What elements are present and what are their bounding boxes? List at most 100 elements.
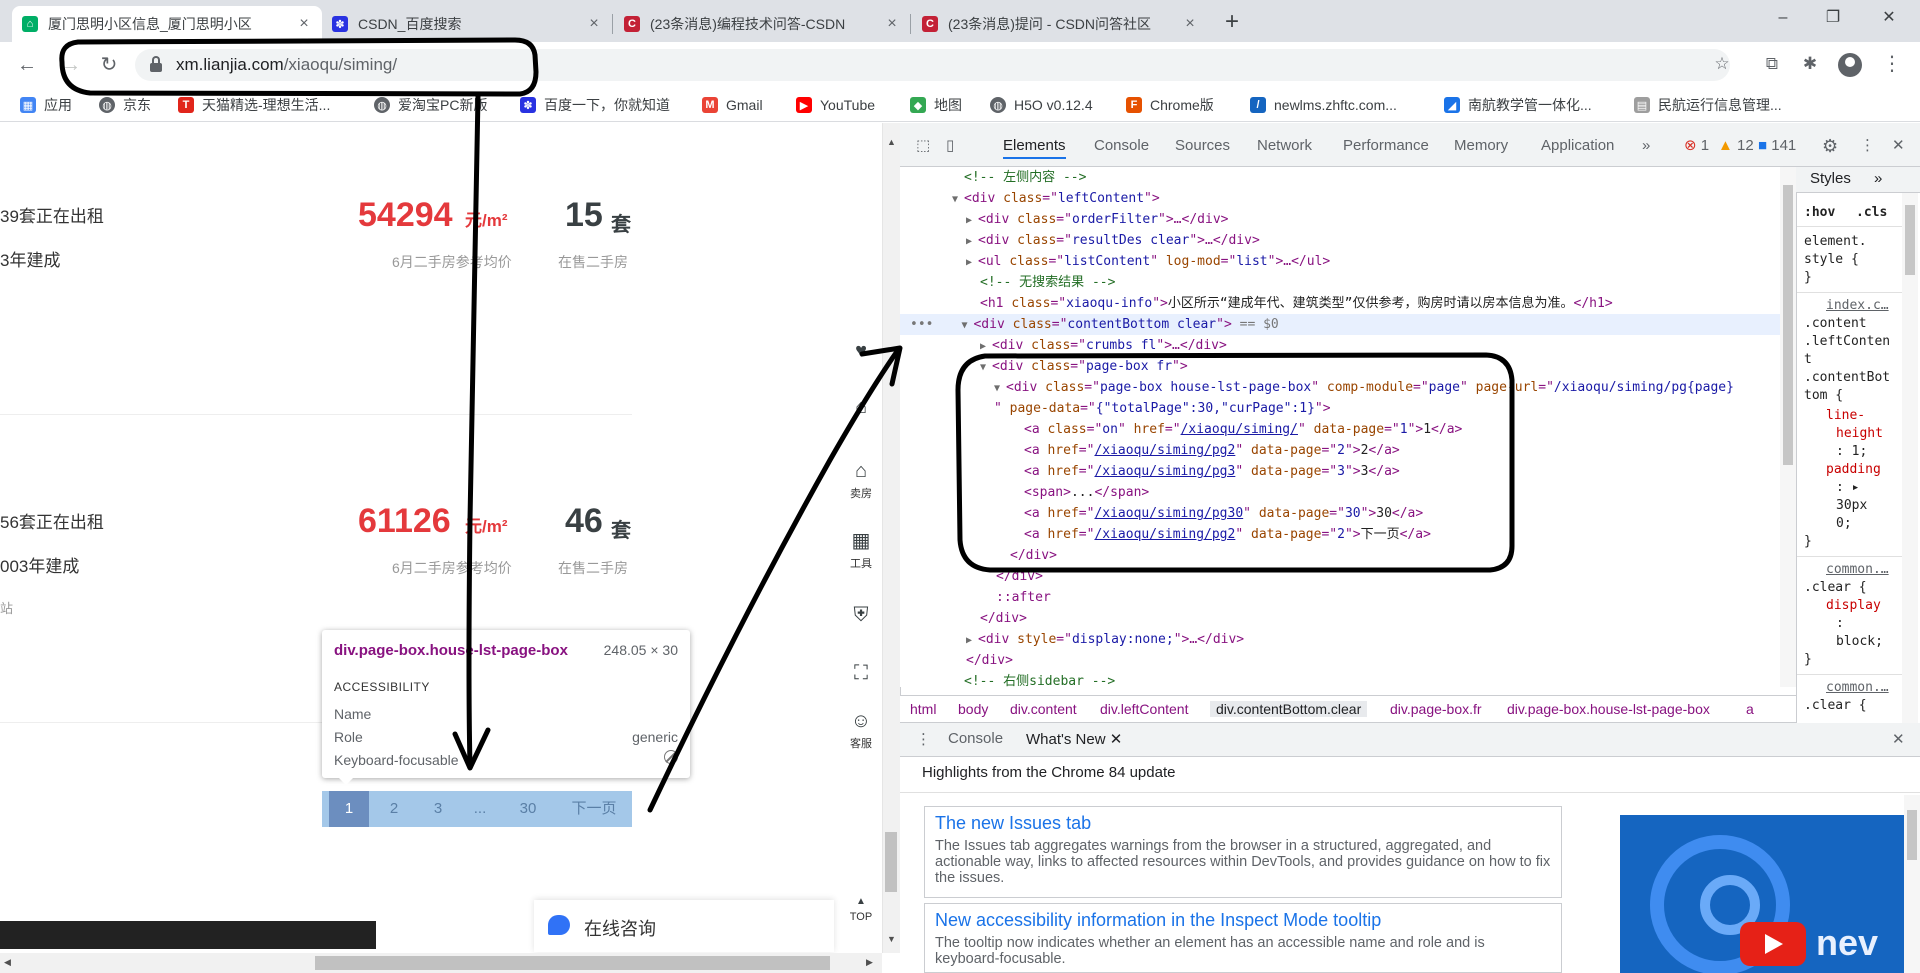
dom-node-listcontent[interactable]: ▶ <ul class="listContent" log-mod="list">… xyxy=(900,251,1330,272)
elements-scroll-thumb[interactable] xyxy=(1783,185,1793,465)
style-source-link[interactable]: common.… xyxy=(1826,562,1889,577)
drawer-scroll-thumb[interactable] xyxy=(1907,810,1917,860)
more-panes-icon[interactable]: » xyxy=(1874,170,1882,187)
close-icon[interactable]: ✕ xyxy=(1110,731,1123,748)
back-button[interactable]: ← xyxy=(12,50,42,80)
forward-button[interactable]: → xyxy=(56,50,86,80)
crumb-html[interactable]: html xyxy=(910,701,936,717)
tab-network[interactable]: Network xyxy=(1257,133,1312,159)
style-selector-line[interactable]: .clear { xyxy=(1804,698,1867,713)
more-tabs-icon[interactable]: » xyxy=(1642,133,1650,159)
profile-avatar-icon[interactable] xyxy=(1838,53,1862,77)
dom-close-div[interactable]: </div> xyxy=(900,566,1043,587)
tab-baidu[interactable]: ✽ CSDN_百度搜索 × xyxy=(322,6,612,42)
dom-node-a-page30[interactable]: <a href="/xiaoqu/siming/pg30" data-page=… xyxy=(900,503,1423,524)
tab-lianjia[interactable]: ⌂ 厦门思明小区信息_厦门思明小区 × xyxy=(12,6,322,42)
dom-close-div[interactable]: </div> xyxy=(900,545,1057,566)
crumb-a[interactable]: a xyxy=(1746,701,1754,717)
warning-count[interactable]: ▲ 12 xyxy=(1718,133,1754,159)
dom-node-crumbs[interactable]: ▶ <div class="crumbs fl">…</div> xyxy=(900,335,1227,356)
dom-comment[interactable]: <!-- 无搜索结果 --> xyxy=(900,272,1115,293)
crumb-div-pagebox-fr[interactable]: div.page-box.fr xyxy=(1390,701,1482,717)
filter-hov-toggle[interactable]: :hov xyxy=(1804,205,1835,220)
crumb-div-leftcontent[interactable]: div.leftContent xyxy=(1100,701,1188,717)
dom-node-leftcontent[interactable]: ▼ <div class="leftContent"> xyxy=(900,188,1160,209)
tab-console[interactable]: Console xyxy=(1094,133,1149,159)
bookmark-youtube[interactable]: ▶ YouTube xyxy=(796,95,875,115)
pager-page-1[interactable]: 1 xyxy=(329,791,369,827)
bookmark-star-icon[interactable]: ☆ xyxy=(1708,50,1736,78)
extensions-icon[interactable]: ✱ xyxy=(1796,50,1824,78)
dom-node-orderfilter[interactable]: ▶ <div class="orderFilter">…</div> xyxy=(900,209,1228,230)
bookmark-apps[interactable]: ▦ 应用 xyxy=(20,95,72,115)
style-source-link[interactable]: common.… xyxy=(1826,680,1889,695)
close-icon[interactable]: × xyxy=(296,15,312,33)
card-title[interactable]: New accessibility information in the Ins… xyxy=(935,910,1551,931)
dom-pseudo-after[interactable]: ::after xyxy=(900,587,1051,608)
lock-icon[interactable] xyxy=(150,56,162,72)
dom-node-a-page3[interactable]: <a href="/xiaoqu/siming/pg3" data-page="… xyxy=(900,461,1400,482)
reload-button[interactable]: ↻ xyxy=(94,50,124,80)
dom-node-a-next[interactable]: <a href="/xiaoqu/siming/pg2" data-page="… xyxy=(900,524,1431,545)
style-selector-line[interactable]: .leftConten xyxy=(1804,334,1890,349)
drawer-tab-console[interactable]: Console xyxy=(948,730,1003,747)
crumb-body[interactable]: body xyxy=(958,701,988,717)
sidebar-favorite[interactable]: ♥ xyxy=(834,340,888,365)
tab-elements[interactable]: Elements xyxy=(1003,133,1066,159)
scroll-down-arrow-icon[interactable]: ▼ xyxy=(887,934,896,944)
devtools-close-icon[interactable]: ✕ xyxy=(1892,133,1905,159)
pager-page-3[interactable]: 3 xyxy=(420,791,456,827)
bookmark-maps[interactable]: ◆ 地图 xyxy=(910,95,962,115)
dom-node-hidden-div[interactable]: ▶ <div style="display:none;">…</div> xyxy=(900,629,1244,650)
online-consult-button[interactable] xyxy=(534,900,834,952)
sidebar-sell[interactable]: ⌂ 卖房 xyxy=(834,460,888,501)
sidebar-buy[interactable]: ⌂ xyxy=(834,396,888,421)
bookmark-gmail[interactable]: M Gmail xyxy=(702,95,763,115)
bookmark-chrome[interactable]: F Chrome版 xyxy=(1126,95,1214,115)
page-vertical-scroll-thumb[interactable] xyxy=(885,832,897,892)
style-value-line[interactable]: 0; xyxy=(1836,516,1852,531)
bookmark-baidu[interactable]: ✽ 百度一下，你就知道 xyxy=(520,95,670,115)
url-text[interactable]: xm.lianjia.com/xiaoqu/siming/ xyxy=(176,52,397,78)
window-close-button[interactable]: ✕ xyxy=(1866,0,1912,36)
browser-menu-button[interactable]: ⋮ xyxy=(1882,50,1902,78)
sidebar-shield[interactable]: ⛨ xyxy=(834,604,888,629)
pager-page-2[interactable]: 2 xyxy=(376,791,412,827)
tab-application[interactable]: Application xyxy=(1541,133,1614,159)
scroll-right-arrow-icon[interactable]: ▶ xyxy=(866,957,873,968)
dom-close-div[interactable]: </div> xyxy=(900,608,1027,629)
crumb-div-content[interactable]: div.content xyxy=(1010,701,1077,717)
drawer-tab-whats-new[interactable]: What's New ✕ xyxy=(1026,730,1122,748)
card-title[interactable]: The new Issues tab xyxy=(935,813,1551,834)
new-tab-button[interactable]: + xyxy=(1218,8,1246,36)
youtube-play-icon[interactable] xyxy=(1740,922,1806,966)
style-value-line[interactable]: 30px xyxy=(1836,498,1867,513)
style-value-line[interactable]: : ▸ xyxy=(1836,480,1859,495)
close-icon[interactable]: × xyxy=(1182,15,1198,33)
dom-node-page-data[interactable]: " page-data="{"totalPage":30,"curPage":1… xyxy=(900,398,1331,419)
style-selector-line[interactable]: .contentBot xyxy=(1804,370,1890,385)
tab-csdn-ask[interactable]: C (23条消息)编程技术问答-CSDN × xyxy=(614,6,910,42)
drawer-close-icon[interactable]: ✕ xyxy=(1892,730,1905,748)
page-vertical-scrollbar[interactable] xyxy=(882,123,900,953)
tab-styles[interactable]: Styles xyxy=(1810,170,1851,187)
dom-comment[interactable]: <!-- 左侧内容 --> xyxy=(900,167,1086,188)
crumb-div-house-lst-page-box[interactable]: div.page-box.house-lst-page-box xyxy=(1507,701,1710,717)
device-toolbar-icon[interactable]: ▯ xyxy=(946,133,954,159)
bookmark-minhang[interactable]: ▤ 民航运行信息管理... xyxy=(1634,95,1782,115)
info-count[interactable]: ■ 141 xyxy=(1758,133,1796,159)
dom-node-house-lst-page-box[interactable]: ▼ <div class="page-box house-lst-page-box… xyxy=(900,377,1734,398)
crumb-div-contentbottom[interactable]: div.contentBottom.clear xyxy=(1210,701,1368,717)
sidebar-scan[interactable]: ⛶ xyxy=(834,662,888,687)
style-rule-line[interactable]: element. xyxy=(1804,234,1867,249)
style-value-line[interactable]: block; xyxy=(1836,634,1883,649)
inspect-element-icon[interactable]: ⬚ xyxy=(916,133,930,159)
bookmark-jd[interactable]: ◍ 京东 xyxy=(99,95,151,115)
bookmark-h5o[interactable]: ◍ H5O v0.12.4 xyxy=(990,95,1093,115)
dom-close-div[interactable]: </div> xyxy=(900,650,1013,671)
dom-node-span-ellipsis[interactable]: <span>...</span> xyxy=(900,482,1149,503)
sidebar-top[interactable]: ▲ TOP xyxy=(834,896,888,923)
tab-sources[interactable]: Sources xyxy=(1175,133,1230,159)
close-icon[interactable]: × xyxy=(884,15,900,33)
filter-cls-toggle[interactable]: .cls xyxy=(1856,205,1887,220)
